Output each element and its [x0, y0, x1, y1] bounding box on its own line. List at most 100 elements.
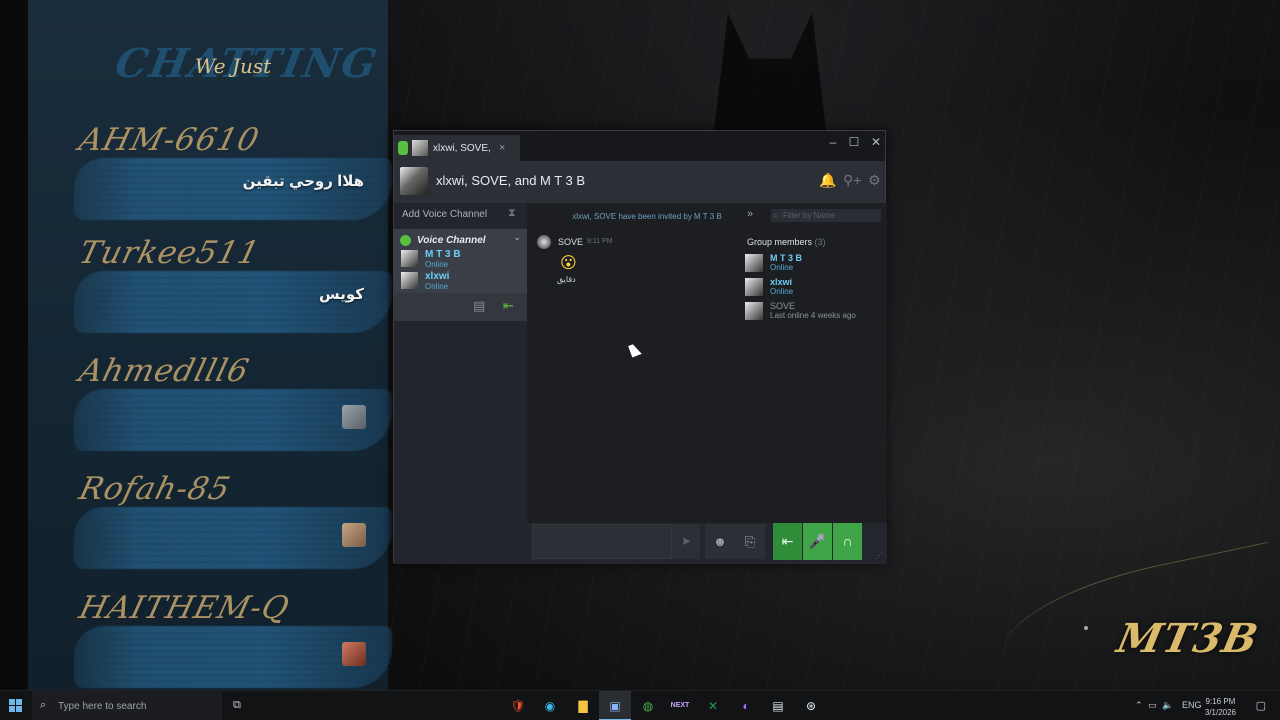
start-button[interactable]: [9, 699, 22, 712]
member-row[interactable]: SOVE Last online 4 weeks ago: [745, 301, 885, 323]
entry-username: AHM-6610: [75, 122, 264, 158]
bell-icon[interactable]: 🔔: [819, 172, 836, 189]
steam-chat-window[interactable]: xlxwi, SOVE, a × – ☐ ✕ xlxwi, SOVE, and …: [393, 130, 887, 564]
member-row[interactable]: xlxwi Online: [745, 277, 885, 299]
chrome-icon[interactable]: ◍: [632, 691, 664, 720]
message-sender[interactable]: SOVE: [558, 237, 583, 247]
maximize-button[interactable]: ☐: [846, 135, 862, 149]
leave-voice-icon[interactable]: ⇤: [503, 298, 514, 314]
member-name: M T 3 B: [770, 253, 803, 263]
chat-header: xlxwi, SOVE, and M T 3 B 🔔 ⚲+ ⚙: [394, 161, 885, 203]
overlay-chat-entry: AHM-6610 هلاا روحي تبقين: [74, 122, 392, 222]
next-app-icon[interactable]: NEXT: [664, 691, 696, 720]
voice-active-icon: [398, 141, 408, 155]
network-icon[interactable]: ▭: [1148, 700, 1157, 711]
avatar: [745, 278, 763, 296]
avatar: [401, 272, 418, 289]
avatar: [745, 302, 763, 320]
overlay-chat-entry: Ahmedlll6: [74, 353, 392, 453]
entry-username: HAITHEM-Q: [75, 590, 294, 626]
voice-channel-icon: [400, 234, 411, 246]
message-input[interactable]: [532, 524, 672, 559]
stream-chat-overlay: CHATTING We Just AHM-6610 هلاا روحي تبقي…: [0, 0, 392, 690]
entry-message: كويس: [319, 286, 364, 303]
voice-member-name: M T 3 B: [425, 249, 461, 260]
chat-tab[interactable]: xlxwi, SOVE, a ×: [394, 135, 520, 161]
sticker-image: [342, 523, 366, 547]
window-titlebar[interactable]: xlxwi, SOVE, a × – ☐ ✕: [394, 131, 885, 161]
channel-settings-icon[interactable]: ▤: [473, 298, 485, 314]
voice-channel-add-icon[interactable]: ⧗: [508, 207, 516, 220]
send-button[interactable]: ➤: [672, 524, 700, 559]
entry-message: هلاا روحي تبقين: [242, 173, 364, 190]
voice-member-name: xlxwi: [425, 271, 450, 282]
group-members-label: Group members: [747, 237, 813, 247]
add-voice-channel-button[interactable]: Add Voice Channel: [402, 209, 487, 220]
voice-sidebar: Add Voice Channel ⧗ Voice Channel ⌄ M T …: [394, 203, 527, 564]
voice-channel-header[interactable]: Voice Channel: [400, 233, 486, 247]
clock[interactable]: 9:16 PM 3/1/2026: [1205, 696, 1236, 718]
filter-placeholder: Filter by Name: [783, 211, 836, 220]
brand-logo: MT3B: [1113, 615, 1263, 662]
overlay-chat-entry: Turkee511 كويس: [74, 235, 392, 335]
close-button[interactable]: ✕: [868, 135, 884, 149]
chat-tab-label: xlxwi, SOVE, a: [433, 142, 493, 154]
voice-channel[interactable]: Voice Channel ⌄ M T 3 B Online xlxwi Onl…: [394, 229, 527, 321]
overlay-subtitle: We Just: [194, 54, 272, 78]
emoticon-button[interactable]: ☻: [705, 524, 735, 559]
search-icon: ⌕: [773, 211, 778, 220]
overlay-chat-entry: Rofah-85: [74, 471, 392, 571]
taskbar: ⌕ Type here to search ⧉ 🛡 ◉ ▇ ▣ ◍ NEXT ✕…: [0, 690, 1280, 720]
notification-icon[interactable]: ▢: [1256, 699, 1266, 712]
group-members-count: (3): [814, 237, 826, 247]
member-status: Last online 4 weeks ago: [770, 311, 856, 320]
tab-close-icon[interactable]: ×: [499, 142, 505, 154]
language-indicator[interactable]: ENG: [1182, 700, 1202, 710]
attach-button[interactable]: ⎘: [735, 524, 765, 559]
wallpaper-dot: [1084, 626, 1088, 630]
resize-grip[interactable]: ⋰: [875, 551, 883, 560]
chat-history[interactable]: xlxwi, SOVE have been invited by M T 3 B…: [527, 203, 741, 523]
voice-member-status: Online: [425, 282, 449, 291]
member-name: xlxwi: [770, 277, 793, 287]
brave-icon[interactable]: 🛡: [502, 691, 534, 720]
voice-member-status: Online: [425, 260, 449, 269]
member-name: SOVE: [770, 301, 796, 311]
add-user-icon[interactable]: ⚲+: [843, 172, 861, 189]
filter-input[interactable]: ⌕ Filter by Name: [771, 209, 881, 222]
voice-member[interactable]: xlxwi Online: [401, 271, 521, 293]
voice-member[interactable]: M T 3 B Online: [401, 249, 521, 271]
leave-voice-button[interactable]: ⇤: [773, 523, 802, 560]
sticker-image: [342, 642, 366, 666]
sticker-image: [342, 405, 366, 429]
file-explorer-icon[interactable]: ▇: [567, 691, 599, 720]
collapse-panel-icon[interactable]: »: [747, 208, 753, 220]
headphones-button[interactable]: ∩: [833, 523, 862, 560]
message-composer: ➤ ☻ ⎘ ⇤ 🎤 ∩: [527, 523, 887, 564]
message-text: دقايق: [557, 275, 576, 284]
settings-icon[interactable]: ⚙: [868, 172, 881, 189]
taskbar-search[interactable]: ⌕ Type here to search: [32, 691, 222, 720]
notepad-icon[interactable]: ▤: [762, 691, 794, 720]
chevron-up-icon[interactable]: ⌃: [1135, 700, 1143, 711]
excel-icon[interactable]: ✕: [697, 691, 729, 720]
member-status: Online: [770, 287, 794, 296]
edge-icon[interactable]: ◉: [534, 691, 566, 720]
clock-date: 3/1/2026: [1204, 708, 1236, 717]
active-window-icon[interactable]: ▣: [599, 691, 631, 720]
member-row[interactable]: M T 3 B Online: [745, 253, 885, 275]
member-status: Online: [770, 263, 794, 272]
messenger-icon[interactable]: ◐: [730, 691, 762, 720]
microphone-button[interactable]: 🎤: [803, 523, 832, 560]
group-avatar-small: [412, 140, 428, 156]
minimize-button[interactable]: –: [825, 135, 841, 149]
steam-icon[interactable]: ⊛: [795, 691, 827, 720]
group-name: xlxwi, SOVE, and M T 3 B: [436, 173, 586, 188]
chevron-down-icon[interactable]: ⌄: [513, 232, 521, 243]
search-icon: ⌕: [40, 699, 47, 711]
avatar: [745, 254, 763, 272]
clock-time: 9:16 PM: [1205, 697, 1236, 706]
volume-icon[interactable]: 🔈: [1162, 700, 1173, 711]
search-placeholder: Type here to search: [58, 701, 147, 712]
task-view-icon[interactable]: ⧉: [233, 699, 241, 712]
